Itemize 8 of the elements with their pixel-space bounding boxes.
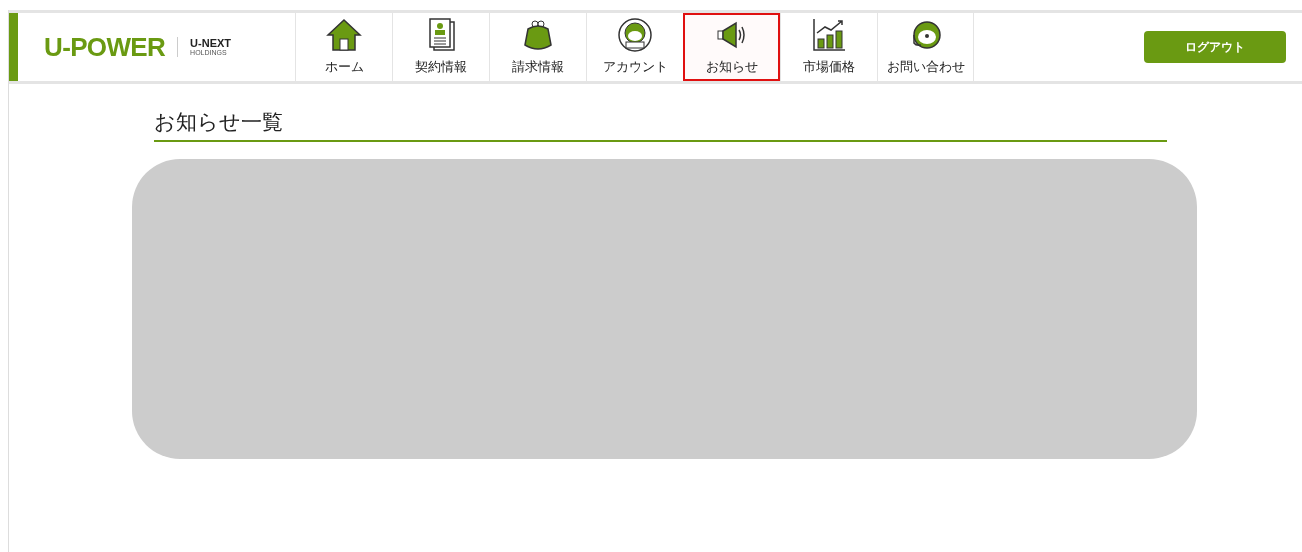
brand-logo: U-POWER [44,30,166,64]
accent-bar [9,13,18,81]
house-icon [326,17,362,54]
partner-logo: U-NEXT [190,38,232,49]
nav-tab[interactable]: お知らせ [683,13,780,81]
bar-chart-icon [811,17,847,54]
page-title: お知らせ一覧 [154,106,1167,142]
nav-tab[interactable]: お問い合わせ [877,13,974,81]
